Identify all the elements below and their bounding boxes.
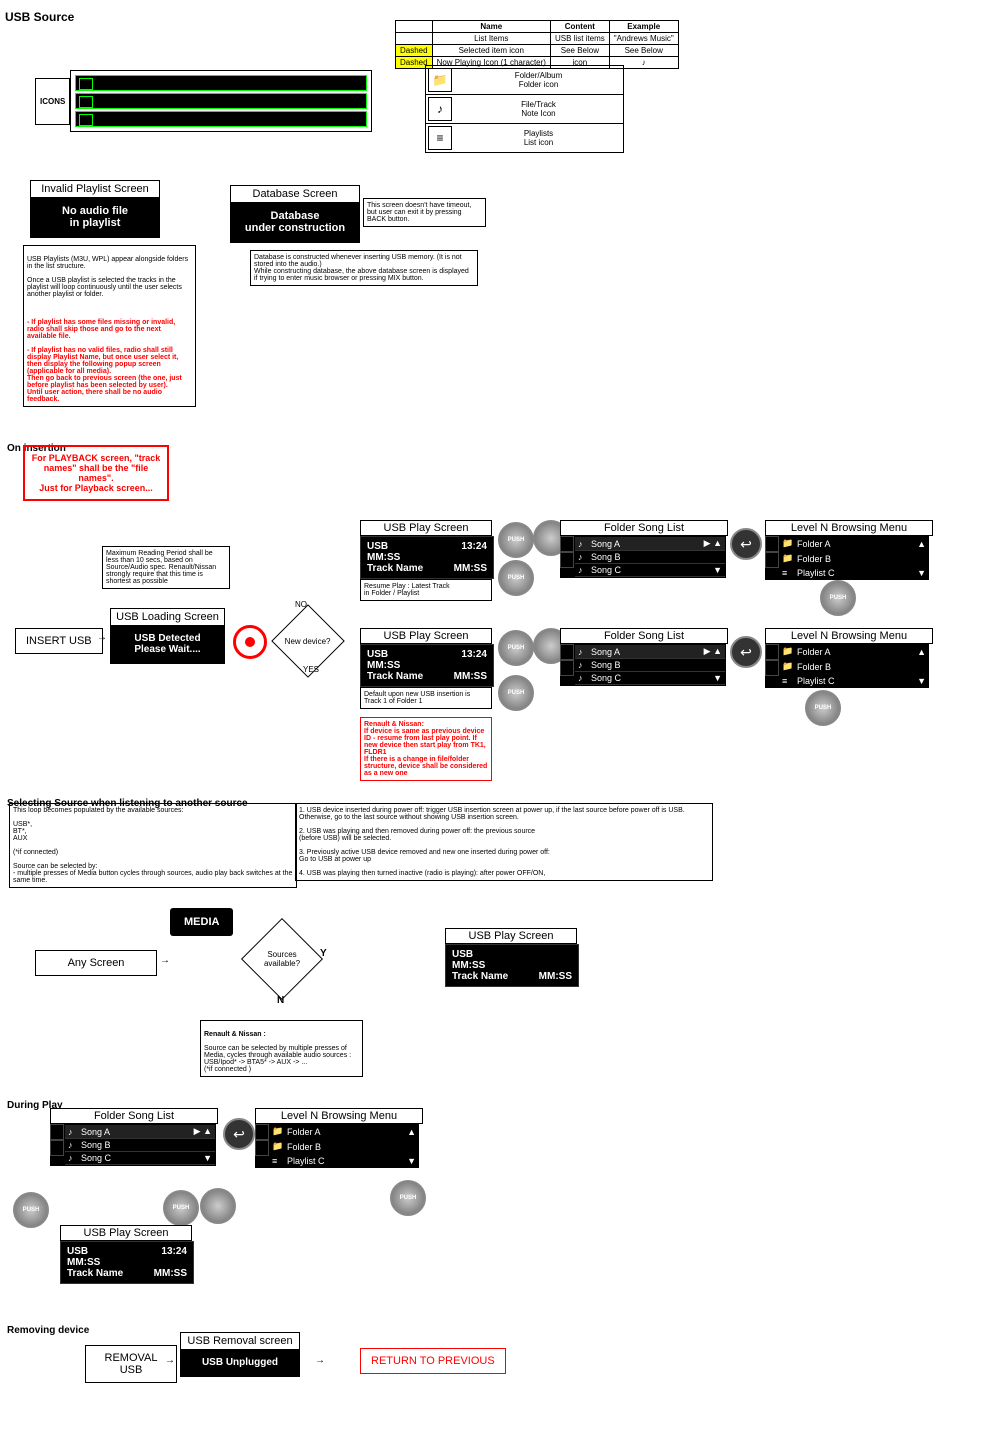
push-knob[interactable]: PUSH [163,1190,199,1226]
usb-loading-screen: USB Loading Screen USB Detected Please W… [110,608,225,664]
browsing-menu[interactable]: 📁Folder A▲ 📁Folder B ≡Playlist C▼ [779,536,929,580]
browsing-caption: Level N Browsing Menu [765,520,933,536]
list-icon: ≡ [428,126,452,150]
push-knob[interactable]: PUSH [13,1192,49,1228]
folder-list-caption: Folder Song List [560,520,728,536]
usb-removal-screen: USB Removal screen USB Unplugged [180,1332,300,1377]
usb-play-caption: USB Play Screen [360,520,492,536]
db-timeout-note: This screen doesn't have timeout, but us… [363,198,486,227]
folder-icon: 📁 [428,68,452,92]
arrow-icon: → [160,955,170,966]
icons-bars [70,70,372,132]
yes-label: YES [303,665,319,674]
any-screen-box: Any Screen [35,950,157,976]
back-button[interactable]: ↩ [730,528,762,560]
folder-song-list-2[interactable]: ♪Song A▶ ▲ ♪Song B ♪Song C▼ [574,644,726,686]
arrow-icon: → [165,1355,175,1366]
insert-usb-box: INSERT USB [15,628,103,654]
folder-list-caption-3: Folder Song List [50,1108,218,1124]
icon-legend: 📁 Folder/AlbumFolder icon ♪ File/TrackNo… [425,65,624,152]
source-loop-note: This loop becomes populated by the avail… [9,803,297,888]
push-knob[interactable]: PUSH [498,522,534,558]
no-label: NO [295,600,307,609]
back-button[interactable]: ↩ [223,1118,255,1150]
push-knob[interactable]: PUSH [498,560,534,596]
folder-list-caption-2: Folder Song List [560,628,728,644]
usb-play-screen-4: USB13:24 MM:SS Track NameMM:SS [60,1241,194,1284]
playlist-note: USB Playlists (M3U, WPL) appear alongsid… [23,245,196,407]
return-previous-box: RETURN TO PREVIOUS [360,1348,506,1374]
browsing-menu-3[interactable]: 📁Folder A▲ 📁Folder B ≡Playlist C▼ [269,1124,419,1168]
usb-play-screen-3: USB MM:SS Track NameMM:SS [445,944,579,987]
usb-play-caption-2: USB Play Screen [360,628,492,644]
push-knob[interactable]: PUSH [390,1180,426,1216]
usb-play-caption-3: USB Play Screen [445,928,577,944]
rotary-knob[interactable] [200,1188,236,1224]
icons-area: ICONS [35,70,372,132]
renault-media-note: Renault & Nissan : Source can be selecte… [200,1020,363,1077]
browsing-caption-3: Level N Browsing Menu [255,1108,423,1124]
invalid-playlist-screen: Invalid Playlist Screen No audio file in… [30,180,160,238]
source-rules-note: 1. USB device inserted during power off:… [295,803,713,881]
arrow-icon: → [315,1355,325,1366]
database-note: Database is constructed whenever inserti… [250,250,478,286]
browsing-caption-2: Level N Browsing Menu [765,628,933,644]
media-button[interactable]: MEDIA [170,908,233,936]
removing-title: Removing device [7,1325,89,1336]
target-icon [233,625,267,659]
push-knob[interactable]: PUSH [820,580,856,616]
usb-play-caption-4: USB Play Screen [60,1225,192,1241]
icons-label: ICONS [35,78,70,125]
default-note: Default upon new USB insertion is Track … [360,687,492,709]
arrow-icon: → [97,632,107,643]
push-knob[interactable]: PUSH [498,630,534,666]
push-knob[interactable]: PUSH [498,675,534,711]
list-tabs: ♪⬤ [560,536,574,578]
usb-play-screen-2: USB13:24 MM:SS Track NameMM:SS [360,644,494,687]
decision-sources: Sources available? [241,918,323,1000]
browsing-menu-2[interactable]: 📁Folder A▲ 📁Folder B ≡Playlist C▼ [779,644,929,688]
y-label: Y [320,948,327,959]
n-label: N [277,995,284,1006]
usb-play-screen: USB13:24 MM:SS Track NameMM:SS [360,536,494,579]
resume-note: Resume Play : Latest Track in Folder / P… [360,579,492,601]
folder-song-list-3[interactable]: ♪Song A▶ ▲ ♪Song B ♪Song C▼ [64,1124,216,1166]
playback-note: For PLAYBACK screen, "track names" shall… [23,445,169,501]
renault-note: Renault & Nissan: If device is same as p… [360,717,492,781]
push-knob[interactable]: PUSH [805,690,841,726]
database-screen: Database Screen Database under construct… [230,185,360,243]
legend-table: Name Content Example List Items USB list… [395,20,679,69]
removal-usb-box: REMOVAL USB [85,1345,177,1383]
note-icon: ♪ [428,97,452,121]
reading-period-note: Maximum Reading Period shall be less tha… [102,546,230,589]
folder-song-list[interactable]: ♪Song A▶ ▲ ♪Song B ♪Song C▼ [574,536,726,578]
back-button[interactable]: ↩ [730,636,762,668]
